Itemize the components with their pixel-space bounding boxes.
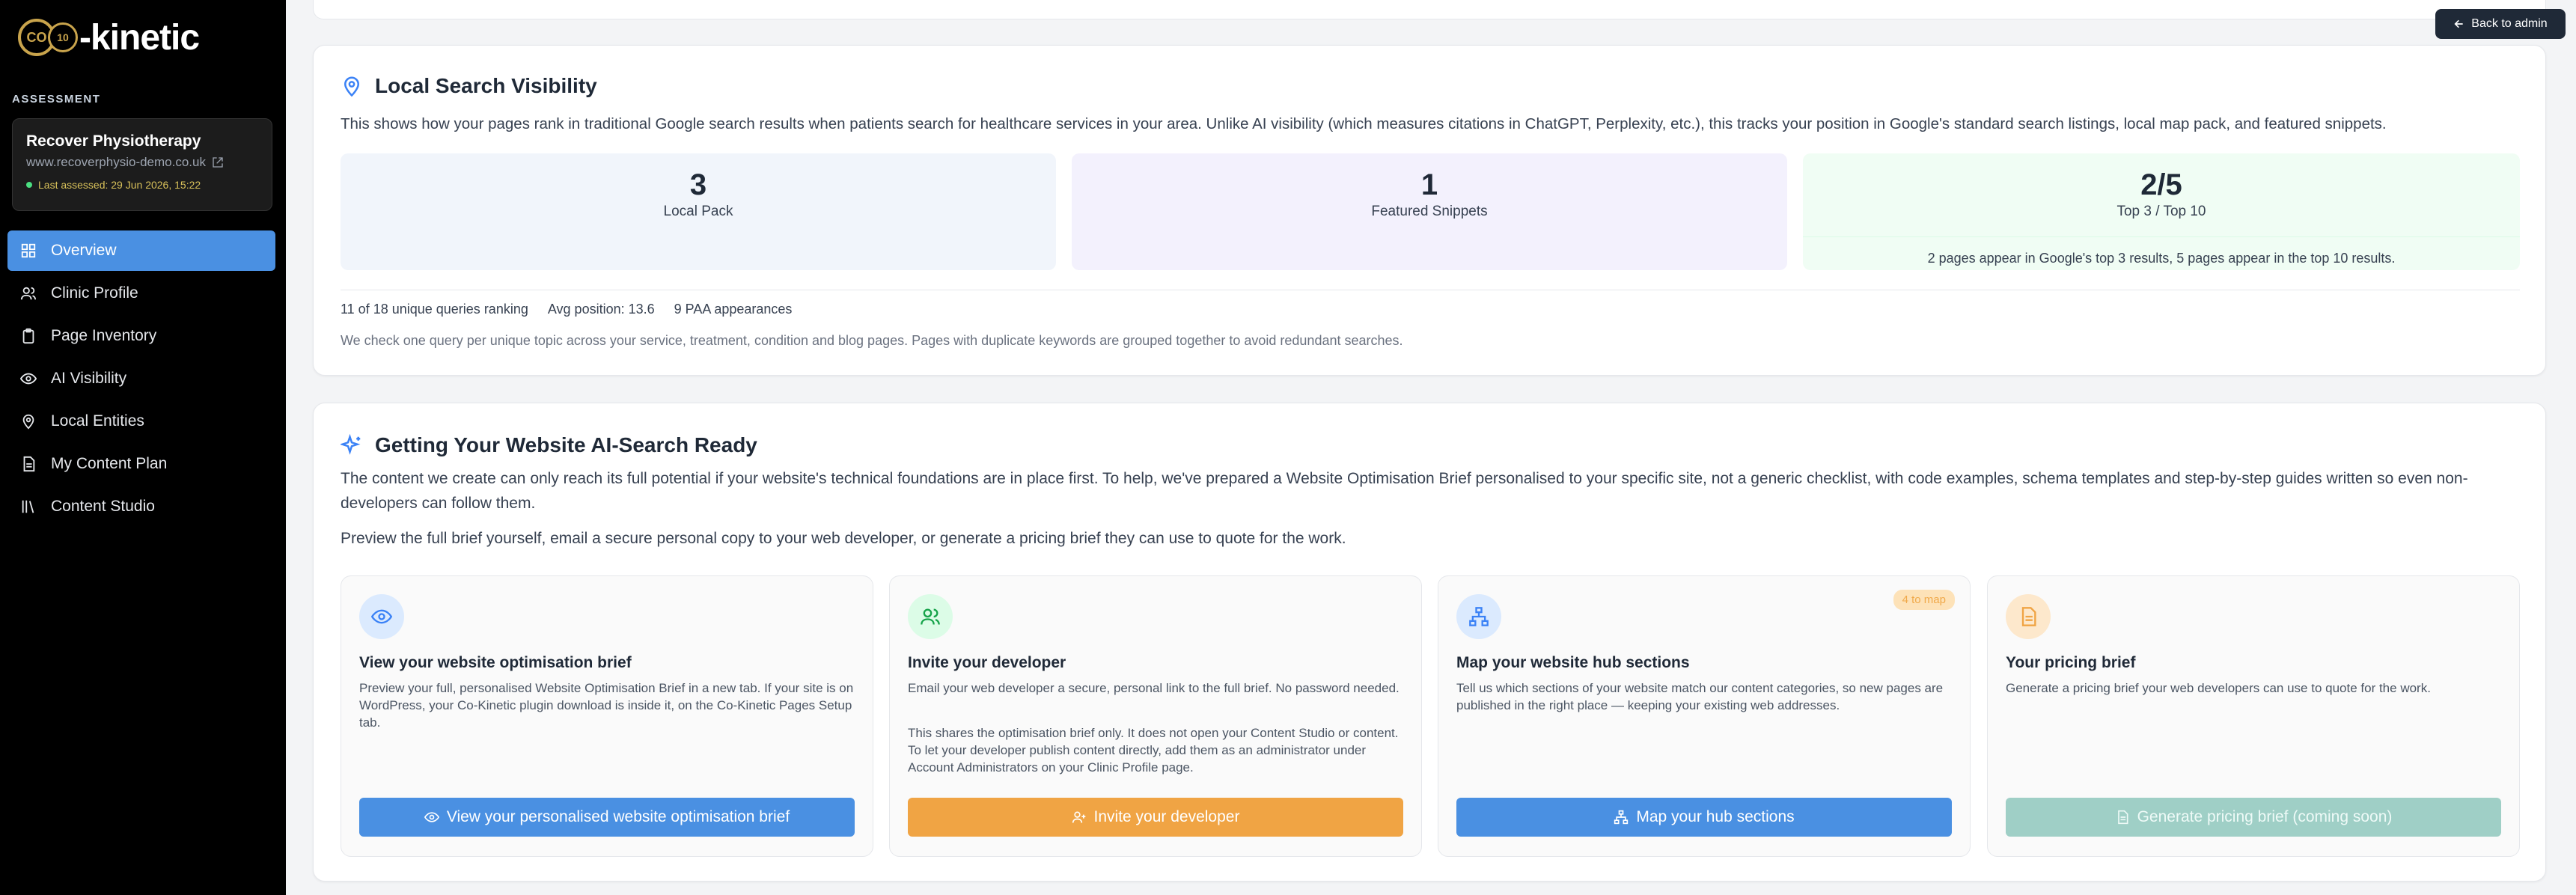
sidebar-item-label: Overview [51, 242, 117, 259]
clinic-card: Recover Physiotherapy www.recoverphysio-… [12, 118, 272, 211]
sidebar-item-label: Clinic Profile [51, 284, 138, 302]
paa-appearances: 9 PAA appearances [674, 302, 793, 317]
option-view-brief: View your website optimisation brief Pre… [341, 575, 873, 857]
button-label: Generate pricing brief (coming soon) [2137, 808, 2393, 825]
option-invite-developer: Invite your developer Email your web dev… [889, 575, 1422, 857]
local-search-visibility-card: Local Search Visibility This shows how y… [313, 45, 2546, 376]
stat-note: 2 pages appear in Google's top 3 results… [1803, 236, 2520, 266]
map-pin-icon [344, 76, 360, 97]
sparkles-icon [341, 434, 361, 455]
option-map-hub-sections: 4 to map Map your website hub sections T… [1438, 575, 1971, 857]
stat-label: Featured Snippets [1371, 204, 1488, 219]
logo-text: -kinetic [79, 17, 200, 58]
stat-value: 2/5 [2140, 168, 2182, 201]
document-icon [19, 455, 37, 473]
option-title: Map your website hub sections [1456, 654, 1690, 671]
option-text: Preview your full, personalised Website … [359, 681, 854, 730]
invite-developer-button[interactable]: Invite your developer [908, 798, 1403, 837]
sidebar-item-clinic-profile[interactable]: Clinic Profile [7, 273, 275, 314]
arrow-left-icon [2454, 19, 2463, 28]
sidebar: CO 10 -kinetic ASSESSMENT Recover Physio… [0, 0, 286, 895]
to-map-badge: 4 to map [1893, 590, 1955, 610]
sitemap-icon [1614, 810, 1629, 825]
button-label: Invite your developer [1093, 808, 1240, 825]
sidebar-item-ai-visibility[interactable]: AI Visibility [7, 358, 275, 399]
clinic-url-link[interactable]: www.recoverphysio-demo.co.uk [26, 155, 258, 170]
last-assessed: Last assessed: 29 Jun 2026, 15:22 [26, 179, 258, 191]
stat-value: 1 [1420, 168, 1438, 201]
previous-card-edge [313, 0, 2546, 19]
ranking-meta: 11 of 18 unique queries ranking Avg posi… [341, 302, 792, 317]
user-plus-icon [1072, 811, 1085, 823]
logo-badge-anniversary: 10 [48, 22, 78, 52]
clinic-url: www.recoverphysio-demo.co.uk [26, 155, 206, 169]
users-icon [908, 594, 953, 639]
eye-icon [19, 370, 37, 388]
stat-label: Local Pack [663, 204, 733, 219]
users-icon [19, 284, 37, 302]
ai-ready-paragraph-2: Preview the full brief yourself, email a… [341, 530, 1346, 547]
clinic-name: Recover Physiotherapy [26, 132, 201, 150]
stat-top3-top10: 2/5 Top 3 / Top 10 2 pages appear in Goo… [1803, 153, 2520, 270]
option-title: Your pricing brief [2006, 654, 2136, 671]
last-assessed-text: Last assessed: 29 Jun 2026, 15:22 [38, 179, 201, 191]
sidebar-nav: Overview Clinic Profile Page Inventory A… [7, 230, 275, 529]
queries-ranking: 11 of 18 unique queries ranking [341, 302, 528, 317]
sidebar-item-label: Local Entities [51, 412, 144, 430]
option-text-secondary: This shares the optimisation brief only.… [908, 726, 1399, 775]
sidebar-item-page-inventory[interactable]: Page Inventory [7, 316, 275, 356]
stat-featured-snippets: 1 Featured Snippets [1072, 153, 1787, 270]
avg-position: Avg position: 13.6 [547, 302, 655, 317]
ai-ready-title: Getting Your Website AI-Search Ready [341, 433, 757, 457]
map-pin-icon [19, 412, 37, 430]
sidebar-item-content-studio[interactable]: Content Studio [7, 486, 275, 527]
sidebar-item-overview[interactable]: Overview [7, 230, 275, 271]
section-label: ASSESSMENT [12, 93, 101, 106]
eye-icon [359, 594, 404, 639]
generate-pricing-brief-button[interactable]: Generate pricing brief (coming soon) [2006, 798, 2501, 837]
button-label: Map your hub sections [1636, 808, 1795, 825]
sidebar-item-label: My Content Plan [51, 455, 168, 472]
external-link-icon [213, 157, 223, 168]
clipboard-icon [19, 327, 37, 345]
stat-value: 3 [689, 168, 707, 201]
option-title: Invite your developer [908, 654, 1066, 671]
option-text: Tell us which sections of your website m… [1456, 681, 1944, 712]
button-label: View your personalised website optimisat… [446, 808, 790, 825]
brand-logo[interactable]: CO 10 -kinetic [18, 16, 200, 58]
local-search-description: This shows how your pages rank in tradit… [341, 115, 2387, 132]
query-method-note: We check one query per unique topic acro… [341, 333, 1403, 348]
library-icon [19, 498, 37, 516]
sitemap-icon [1456, 594, 1501, 639]
option-text: Email your web developer a secure, perso… [908, 681, 1400, 695]
option-pricing-brief: Your pricing brief Generate a pricing br… [1987, 575, 2520, 857]
stat-local-pack: 3 Local Pack [341, 153, 1056, 270]
ai-search-ready-card: Getting Your Website AI-Search Ready The… [313, 403, 2546, 882]
grid-icon [19, 242, 37, 260]
ai-ready-paragraph-1: The content we create can only reach its… [341, 470, 2468, 512]
back-to-admin-label: Back to admin [2471, 17, 2548, 30]
sidebar-item-label: AI Visibility [51, 370, 127, 387]
back-to-admin-button[interactable]: Back to admin [2435, 9, 2566, 39]
ai-ready-title-text: Getting Your Website AI-Search Ready [375, 433, 757, 456]
map-hub-sections-button[interactable]: Map your hub sections [1456, 798, 1952, 837]
local-search-title: Local Search Visibility [341, 74, 597, 98]
local-search-title-text: Local Search Visibility [375, 74, 597, 97]
view-brief-button[interactable]: View your personalised website optimisat… [359, 798, 855, 837]
document-icon [2006, 594, 2051, 639]
option-text: Generate a pricing brief your web develo… [2006, 681, 2431, 695]
status-dot-icon [26, 182, 32, 188]
eye-icon [424, 812, 439, 822]
sidebar-item-local-entities[interactable]: Local Entities [7, 401, 275, 442]
document-icon [2117, 810, 2128, 825]
sidebar-item-my-content-plan[interactable]: My Content Plan [7, 444, 275, 484]
sidebar-item-label: Page Inventory [51, 327, 157, 344]
option-title: View your website optimisation brief [359, 654, 632, 671]
stat-label: Top 3 / Top 10 [2116, 204, 2206, 219]
sidebar-item-label: Content Studio [51, 498, 155, 515]
